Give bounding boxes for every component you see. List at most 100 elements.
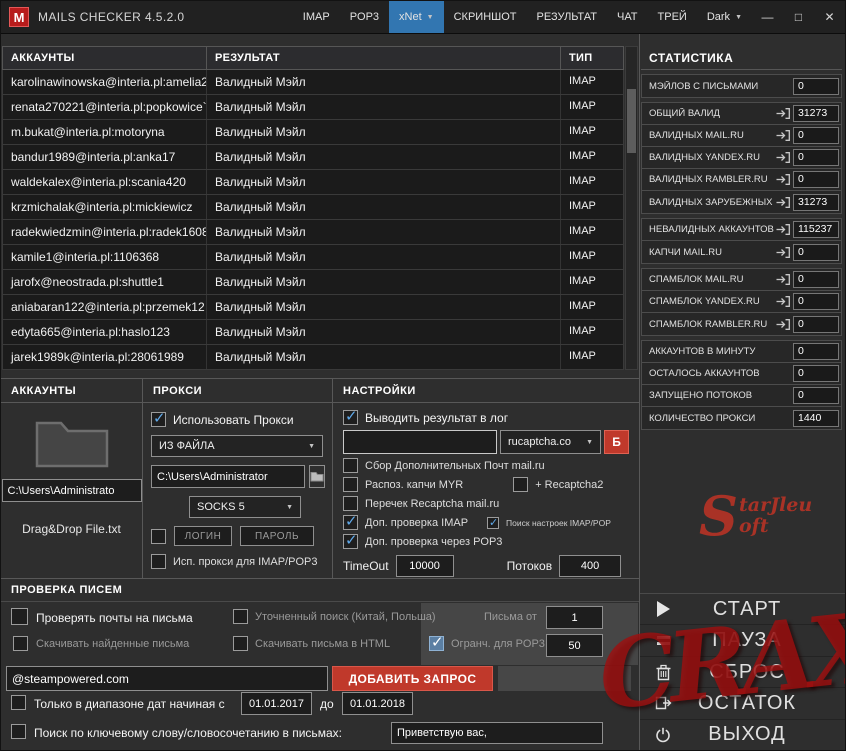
result-cell: Валидный Мэйл bbox=[207, 170, 561, 194]
table-scrollbar[interactable] bbox=[625, 46, 638, 370]
pop3-check-checkbox[interactable] bbox=[343, 531, 358, 549]
imap-check-checkbox[interactable] bbox=[343, 512, 358, 530]
pause-button[interactable]: ПАУЗА bbox=[640, 625, 845, 657]
menu-chat[interactable]: ЧАТ bbox=[607, 1, 648, 33]
accounts-folder-icon[interactable] bbox=[1, 415, 142, 469]
mails-checker-window: M MAILS CHECKER 4.5.2.0 IMAP POP3 xNet ▼… bbox=[0, 0, 846, 751]
proxy-login-input[interactable] bbox=[174, 526, 232, 546]
table-row[interactable]: renata270221@interia.pl:popkowice` Валидн… bbox=[2, 95, 624, 120]
stats-row: АККАУНТОВ В МИНУТУ 0 bbox=[642, 341, 841, 363]
captcha-key-input[interactable] bbox=[343, 430, 497, 454]
keyword-input[interactable] bbox=[391, 722, 603, 744]
accounts-file-path-input[interactable] bbox=[1, 479, 142, 502]
collect-mail-checkbox[interactable] bbox=[343, 458, 358, 473]
stats-label: ОСТАЛОСЬ АККАУНТОВ bbox=[649, 368, 760, 379]
export-arrow-icon bbox=[774, 274, 791, 285]
menu-xnet-dropdown[interactable]: xNet ▼ bbox=[389, 1, 444, 33]
proxy-imap-pop3-checkbox[interactable] bbox=[151, 554, 166, 569]
account-cell: kamile1@interia.pl:1106368 bbox=[3, 245, 207, 269]
browse-folder-button[interactable] bbox=[309, 465, 325, 488]
reset-button[interactable]: СБРОС bbox=[640, 657, 845, 689]
letters-from-input[interactable] bbox=[546, 606, 603, 629]
table-row[interactable]: m.bukat@interia.pl:motoryna Валидный Мэйл… bbox=[2, 120, 624, 145]
query-input[interactable] bbox=[6, 666, 328, 691]
table-row[interactable]: radekwiedzmin@interia.pl:radek1608 Валидн… bbox=[2, 220, 624, 245]
table-row[interactable]: kamile1@interia.pl:1106368 Валидный Мэйл I… bbox=[2, 245, 624, 270]
captcha-service-dropdown[interactable]: rucaptcha.co ▼ bbox=[500, 430, 601, 454]
proxy-source-dropdown[interactable]: ИЗ ФАЙЛА ▼ bbox=[151, 435, 323, 457]
download-letters-checkbox[interactable] bbox=[13, 636, 28, 651]
stats-label: ЗАПУЩЕНО ПОТОКОВ bbox=[649, 390, 753, 401]
date-to-input[interactable] bbox=[342, 692, 413, 715]
proxy-panel: ПРОКСИ Использовать Прокси ИЗ ФАЙЛА ▼ SO… bbox=[143, 379, 333, 578]
threads-input[interactable] bbox=[559, 555, 622, 577]
stats-value: 0 bbox=[793, 243, 839, 261]
menu-pop3[interactable]: POP3 bbox=[340, 1, 389, 33]
table-row[interactable]: jarofx@neostrada.pl:shuttle1 Валидный Мэй… bbox=[2, 270, 624, 295]
proxy-type-dropdown[interactable]: SOCKS 5 ▼ bbox=[189, 496, 301, 518]
table-row[interactable]: karolinawinowska@interia.pl:amelia2 Валид… bbox=[2, 70, 624, 95]
accounts-panel-title: АККАУНТЫ bbox=[1, 379, 142, 403]
menu-screenshot[interactable]: СКРИНШОТ bbox=[444, 1, 527, 33]
table-row[interactable]: bandur1989@interia.pl:anka17 Валидный Мэй… bbox=[2, 145, 624, 170]
result-cell: Валидный Мэйл bbox=[207, 220, 561, 244]
type-cell: IMAP bbox=[569, 100, 596, 112]
proxy-imap-pop3-label: Исп. прокси для IMAP/POP3 bbox=[173, 555, 318, 568]
recheck-recaptcha-checkbox[interactable] bbox=[343, 496, 358, 511]
table-row[interactable]: waldekalex@interia.pl:scania420 Валидный … bbox=[2, 170, 624, 195]
imap-settings-search-checkbox[interactable] bbox=[487, 516, 500, 529]
pop3-limit-input[interactable] bbox=[546, 634, 603, 657]
export-arrow-icon bbox=[774, 224, 791, 235]
minimize-button[interactable]: — bbox=[752, 1, 783, 33]
scrollbar-thumb[interactable] bbox=[627, 89, 636, 153]
add-query-button[interactable]: ДОБАВИТЬ ЗАПРОС bbox=[332, 666, 493, 691]
stats-group: СПАМБЛОК MAIL.RU 0 СПАМБЛОК YANDEX.RU 0 СПАМ… bbox=[641, 268, 842, 336]
balance-button[interactable]: Б bbox=[604, 430, 629, 454]
table-row[interactable]: krzmichalak@interia.pl:mickiewicz Валидны… bbox=[2, 195, 624, 220]
reset-label: СБРОС bbox=[709, 660, 785, 683]
stats-row: КАПЧИ MAIL.RU 0 bbox=[642, 241, 841, 263]
stats-row: СПАМБЛОК MAIL.RU 0 bbox=[642, 269, 841, 291]
refined-search-label: Уточненный поиск (Китай, Польша) bbox=[255, 611, 436, 623]
chevron-down-icon: ▼ bbox=[426, 13, 434, 21]
date-range-checkbox[interactable] bbox=[11, 695, 26, 710]
stats-label: ВАЛИДНЫХ MAIL.RU bbox=[649, 130, 744, 141]
exit-button[interactable]: ВЫХОД bbox=[640, 720, 845, 750]
menu-tray[interactable]: ТРЕЙ bbox=[648, 1, 697, 33]
table-row[interactable]: aniabaran122@interia.pl:przemek12 Валидны… bbox=[2, 295, 624, 320]
type-cell: IMAP bbox=[569, 350, 596, 362]
close-button[interactable]: ✕ bbox=[814, 1, 845, 33]
date-from-input[interactable] bbox=[241, 692, 312, 715]
keyword-checkbox[interactable] bbox=[11, 724, 26, 739]
chevron-down-icon: ▼ bbox=[735, 13, 742, 21]
result-cell: Валидный Мэйл bbox=[207, 295, 561, 319]
rest-button[interactable]: ОСТАТОК bbox=[640, 688, 845, 720]
menu-result[interactable]: РЕЗУЛЬТАТ bbox=[527, 1, 607, 33]
proxy-auth-checkbox[interactable] bbox=[151, 528, 166, 544]
menu-imap[interactable]: IMAP bbox=[293, 1, 340, 33]
refined-search-checkbox[interactable] bbox=[233, 609, 248, 624]
table-row[interactable]: jarek1989k@interia.pl:28061989 Валидный М… bbox=[2, 345, 624, 370]
maximize-button[interactable]: □ bbox=[783, 1, 814, 33]
pop3-limit-checkbox[interactable] bbox=[429, 633, 444, 651]
log-output-checkbox[interactable] bbox=[343, 407, 358, 425]
stats-value: 0 bbox=[793, 365, 839, 382]
myr-captcha-checkbox[interactable] bbox=[343, 477, 358, 492]
check-mail-checkbox[interactable] bbox=[11, 608, 28, 625]
brand-initial: S bbox=[699, 484, 738, 548]
pause-icon bbox=[651, 636, 675, 646]
proxy-password-input[interactable] bbox=[240, 526, 314, 546]
proxy-file-path-input[interactable] bbox=[151, 465, 305, 488]
timeout-input[interactable] bbox=[395, 555, 454, 577]
table-row[interactable]: edyta665@interia.pl:haslo123 Валидный Мэй… bbox=[2, 320, 624, 345]
stats-label: ОБЩИЙ ВАЛИД bbox=[649, 108, 720, 119]
start-label: СТАРТ bbox=[712, 597, 782, 620]
start-button[interactable]: СТАРТ bbox=[640, 594, 845, 626]
use-proxy-checkbox[interactable] bbox=[151, 409, 166, 427]
pop3-check-label: Доп. проверка через POP3 bbox=[365, 535, 503, 548]
download-html-checkbox[interactable] bbox=[233, 636, 248, 651]
collect-mail-label: Сбор Дополнительных Почт mail.ru bbox=[365, 459, 545, 472]
recaptcha2-checkbox[interactable] bbox=[513, 477, 529, 492]
theme-dropdown[interactable]: Dark ▼ bbox=[697, 1, 752, 33]
theme-label: Dark bbox=[706, 11, 731, 23]
